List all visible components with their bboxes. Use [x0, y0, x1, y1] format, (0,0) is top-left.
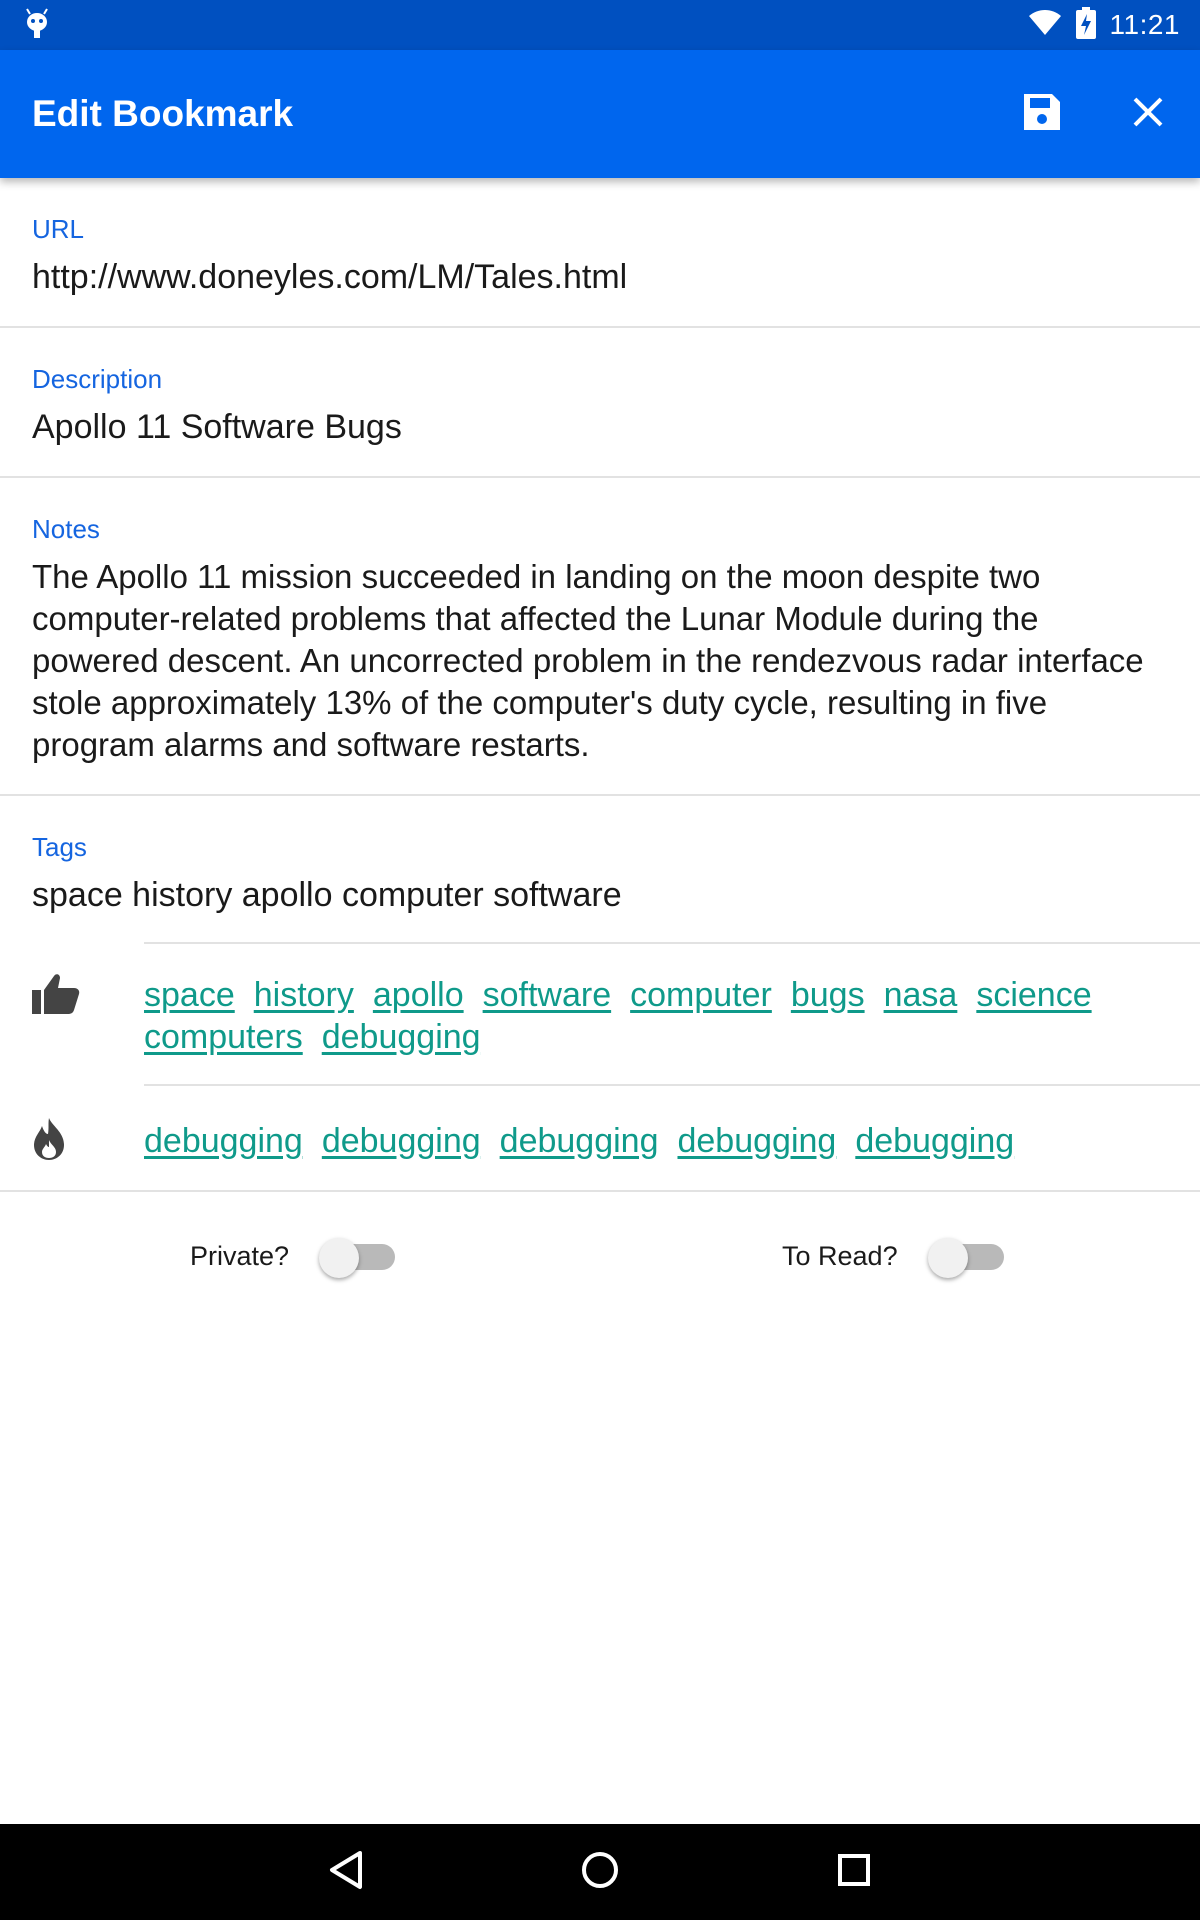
save-button[interactable]	[1012, 84, 1072, 144]
close-button[interactable]	[1118, 84, 1178, 144]
system-nav-bar	[0, 1824, 1200, 1920]
description-field[interactable]: Description Apollo 11 Software Bugs	[0, 328, 1200, 478]
description-label: Description	[32, 364, 163, 394]
app-bar: Edit Bookmark	[0, 50, 1200, 178]
edit-form: URL http://www.doneyles.com/LM/Tales.htm…	[0, 178, 1200, 1292]
battery-charging-icon	[1075, 6, 1096, 44]
tag-link[interactable]: nasa	[884, 974, 958, 1016]
toggles-row: Private? To Read?	[0, 1192, 1200, 1292]
description-input[interactable]: Apollo 11 Software Bugs	[32, 406, 1168, 448]
tags-field[interactable]: Tags space history apollo computer softw…	[0, 796, 1200, 942]
tag-link[interactable]: computers	[144, 1016, 303, 1058]
tags-input[interactable]: space history apollo computer software	[32, 874, 1168, 916]
back-button[interactable]	[314, 1840, 378, 1904]
url-input[interactable]: http://www.doneyles.com/LM/Tales.html	[32, 256, 1168, 298]
popular-tags-list: debugging debugging debugging debugging debu…	[144, 1084, 1200, 1190]
notes-input[interactable]: The Apollo 11 mission succeeded in landi…	[32, 556, 1168, 766]
recents-button[interactable]	[822, 1840, 886, 1904]
close-icon	[1132, 96, 1164, 133]
tag-link[interactable]: debugging	[677, 1120, 836, 1162]
tag-link[interactable]: debugging	[855, 1120, 1014, 1162]
private-toggle-group: Private?	[190, 1236, 399, 1278]
switch-thumb	[319, 1238, 360, 1278]
suggested-tags-list: space history apollo software computer bugs na…	[144, 942, 1200, 1084]
notes-label: Notes	[32, 514, 100, 544]
home-button[interactable]	[568, 1840, 632, 1904]
tag-link[interactable]: apollo	[373, 974, 464, 1016]
flame-icon	[32, 1084, 144, 1165]
tags-label: Tags	[32, 832, 87, 862]
to-read-label: To Read?	[782, 1240, 898, 1271]
save-icon	[1022, 92, 1062, 137]
to-read-switch[interactable]	[927, 1236, 1008, 1278]
page-title: Edit Bookmark	[32, 93, 294, 134]
private-switch[interactable]	[319, 1236, 399, 1278]
url-label: URL	[32, 214, 85, 244]
tag-link[interactable]: debugging	[322, 1016, 481, 1058]
to-read-toggle-group: To Read?	[782, 1236, 1008, 1278]
recents-icon	[836, 1852, 872, 1893]
private-label: Private?	[190, 1240, 290, 1271]
tag-link[interactable]: science	[976, 974, 1091, 1016]
tag-link[interactable]: space	[144, 974, 235, 1016]
status-bar: 11:21	[0, 0, 1200, 50]
suggested-tags-section: space history apollo software computer bugs na…	[0, 942, 1200, 1190]
back-icon	[328, 1850, 364, 1895]
tag-link[interactable]: computer	[630, 974, 772, 1016]
url-field[interactable]: URL http://www.doneyles.com/LM/Tales.htm…	[0, 178, 1200, 328]
home-icon	[580, 1850, 620, 1895]
thumbs-up-icon	[32, 942, 144, 1019]
notes-field[interactable]: Notes The Apollo 11 mission succeeded in…	[0, 478, 1200, 796]
status-time: 11:21	[1109, 9, 1180, 40]
tag-link[interactable]: debugging	[500, 1120, 659, 1162]
switch-thumb	[927, 1238, 968, 1278]
tag-link[interactable]: software	[483, 974, 612, 1016]
android-debug-icon	[24, 7, 50, 44]
tag-link[interactable]: history	[254, 974, 354, 1016]
wifi-icon	[1028, 9, 1062, 42]
tag-link[interactable]: debugging	[144, 1120, 303, 1162]
tag-link[interactable]: debugging	[322, 1120, 481, 1162]
tag-link[interactable]: bugs	[791, 974, 865, 1016]
